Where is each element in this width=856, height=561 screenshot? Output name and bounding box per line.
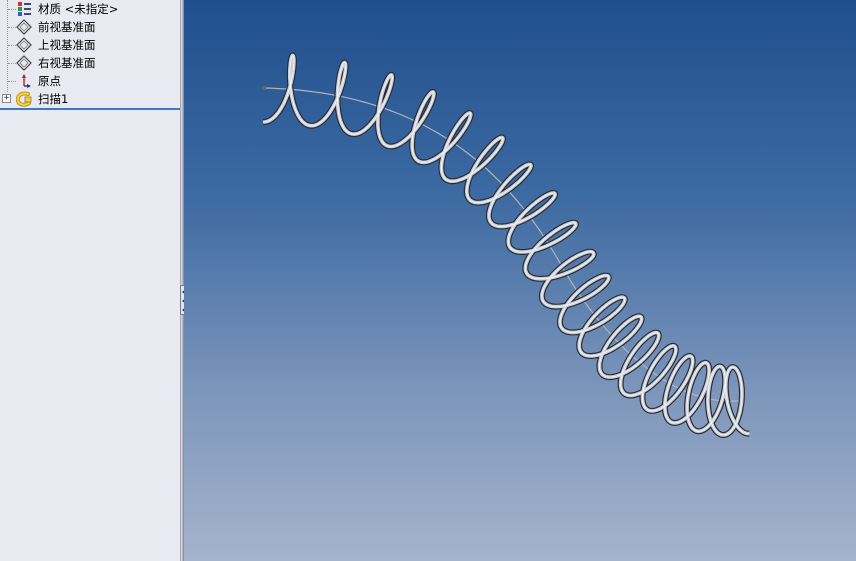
spring-model[interactable]	[184, 0, 856, 561]
material-icon	[18, 2, 31, 16]
feature-manager-tree: 材质 <未指定> 前视基准面 上视基准面 右视基准面 原点 + 扫描1	[0, 0, 180, 561]
expand-toggle-icon[interactable]: +	[2, 94, 11, 103]
plane-icon	[16, 55, 32, 71]
sweep-icon	[16, 91, 32, 107]
selection-underline	[0, 108, 180, 110]
tree-item-sweep[interactable]: + 扫描1	[0, 90, 180, 108]
tree-item-label: 原点	[38, 74, 61, 88]
origin-icon	[22, 74, 31, 88]
graphics-viewport[interactable]	[184, 0, 856, 561]
tree-item-label: 前视基准面	[38, 20, 96, 34]
tree-item-right-plane[interactable]: 右视基准面	[0, 54, 180, 72]
tree-item-label: 上视基准面	[38, 38, 96, 52]
tree-item-front-plane[interactable]: 前视基准面	[0, 18, 180, 36]
path-start-point[interactable]	[262, 86, 266, 90]
tree-item-label: 扫描1	[38, 92, 69, 106]
tree-item-label: 材质 <未指定>	[38, 2, 119, 16]
coil-outline	[261, 52, 752, 438]
tree-item-origin[interactable]: 原点	[0, 72, 180, 90]
plane-icon	[16, 19, 32, 35]
app-window: 材质 <未指定> 前视基准面 上视基准面 右视基准面 原点 + 扫描1	[0, 0, 856, 561]
tree-item-top-plane[interactable]: 上视基准面	[0, 36, 180, 54]
tree-item-material[interactable]: 材质 <未指定>	[0, 0, 180, 18]
tree-item-label: 右视基准面	[38, 56, 96, 70]
plane-icon	[16, 37, 32, 53]
